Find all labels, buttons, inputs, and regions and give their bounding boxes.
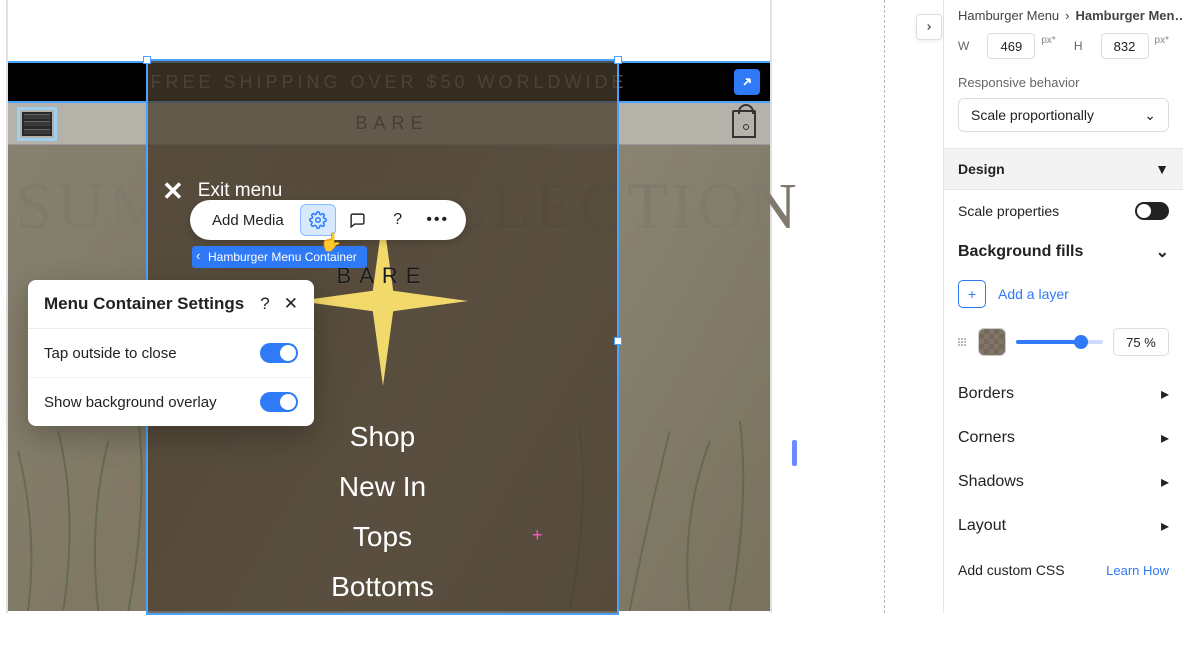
fill-layer-row: 75 %	[944, 322, 1183, 372]
drag-handle-icon[interactable]	[958, 338, 968, 346]
collapse-panel-button[interactable]	[916, 14, 942, 40]
more-icon[interactable]: •••	[420, 204, 456, 236]
chevron-right-icon: ▸	[1161, 428, 1169, 448]
scale-properties-toggle[interactable]	[1135, 202, 1169, 220]
corners-section[interactable]: Corners ▸	[944, 416, 1183, 460]
menu-link[interactable]: Bottoms	[331, 571, 434, 603]
height-input[interactable]: 832	[1101, 33, 1149, 59]
width-label: W	[958, 39, 969, 53]
width-input[interactable]: 469	[987, 33, 1035, 59]
editor-canvas: FREE SHIPPING OVER $50 WORLDWIDE BARE SU…	[0, 0, 792, 613]
design-section-header[interactable]: Design ▼	[944, 148, 1183, 190]
cart-icon[interactable]	[732, 110, 756, 138]
menu-link[interactable]: Tops	[353, 521, 412, 553]
shadows-section[interactable]: Shadows ▸	[944, 460, 1183, 504]
close-icon[interactable]: ✕	[284, 294, 298, 314]
responsive-label: Responsive behavior	[944, 75, 1183, 98]
chevron-right-icon: ▸	[1161, 472, 1169, 492]
add-layer-button[interactable]: +	[958, 280, 986, 308]
add-media-button[interactable]: Add Media	[198, 212, 298, 229]
layout-section[interactable]: Layout ▸	[944, 504, 1183, 548]
menu-container-settings-popover: Menu Container Settings ? ✕ Tap outside …	[28, 280, 314, 426]
color-swatch[interactable]	[978, 328, 1006, 356]
resize-handle[interactable]	[614, 337, 622, 345]
height-label: H	[1074, 39, 1083, 53]
menu-link[interactable]: Accessories	[307, 621, 458, 653]
chevron-down-icon: ⌄	[1156, 242, 1169, 262]
chevron-right-icon: ▸	[1161, 384, 1169, 404]
chevron-down-icon: ⌄	[1144, 107, 1156, 124]
hamburger-icon[interactable]	[22, 112, 52, 136]
setting-label: Show background overlay	[44, 394, 217, 411]
comment-icon[interactable]	[340, 204, 376, 236]
menu-link[interactable]: New In	[339, 471, 426, 503]
learn-how-link[interactable]: Learn How	[1106, 563, 1169, 578]
help-icon[interactable]: ?	[260, 294, 269, 314]
responsive-select[interactable]: Scale proportionally ⌄	[958, 98, 1169, 132]
chevron-right-icon: ▸	[1161, 516, 1169, 536]
cursor-pointer-icon: 👆	[320, 232, 342, 253]
menu-links: Shop New In Tops Bottoms Accessories	[148, 421, 617, 653]
expand-icon[interactable]	[734, 69, 760, 95]
help-icon[interactable]: ?	[380, 204, 416, 236]
popover-title: Menu Container Settings	[44, 294, 244, 314]
resize-handle[interactable]	[614, 56, 622, 64]
close-icon[interactable]: ✕	[162, 178, 184, 204]
add-layer-link[interactable]: Add a layer	[998, 286, 1069, 302]
menu-link[interactable]: Shop	[350, 421, 415, 453]
canvas-width-handle[interactable]	[792, 440, 797, 466]
background-fills-header[interactable]: Background fills ⌄	[944, 232, 1183, 272]
exit-menu-label: Exit menu	[198, 180, 282, 202]
opacity-slider[interactable]	[1016, 340, 1103, 344]
borders-section[interactable]: Borders ▸	[944, 372, 1183, 416]
scale-properties-label: Scale properties	[958, 203, 1059, 219]
inspector-panel: Hamburger Menu › Hamburger Men… W 469 px…	[943, 0, 1183, 613]
custom-css-label: Add custom CSS	[958, 562, 1065, 578]
opacity-input[interactable]: 75 %	[1113, 328, 1169, 356]
chevron-down-icon: ▼	[1155, 161, 1169, 177]
resize-handle[interactable]	[143, 56, 151, 64]
canvas-guide-line	[884, 0, 885, 613]
setting-label: Tap outside to close	[44, 345, 177, 362]
tap-outside-toggle[interactable]	[260, 343, 298, 363]
show-overlay-toggle[interactable]	[260, 392, 298, 412]
inspector-breadcrumb[interactable]: Hamburger Menu › Hamburger Men…	[944, 0, 1183, 27]
